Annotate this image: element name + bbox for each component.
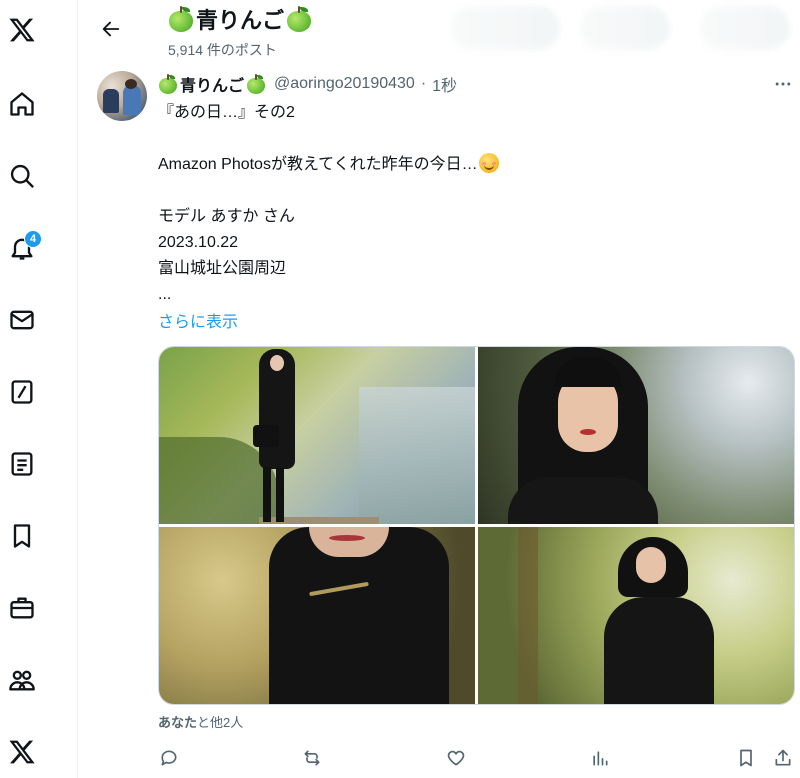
photo-3[interactable] — [159, 527, 475, 704]
premium-x-icon[interactable] — [0, 730, 44, 774]
tweet-text: 『あの日…』その2 Amazon Photosが教えてくれた昨年の今日… モデル… — [158, 100, 778, 308]
tweet-line — [158, 126, 778, 152]
liked-by-suffix: と他2人 — [197, 715, 244, 730]
header-blur-shape — [700, 6, 790, 50]
share-button[interactable] — [770, 745, 796, 771]
bookmark-button[interactable] — [733, 745, 759, 771]
show-more-link[interactable]: さらに表示 — [158, 308, 238, 332]
repost-icon — [304, 750, 320, 766]
green-apple-icon — [168, 5, 194, 33]
search-icon[interactable] — [0, 154, 44, 198]
jobs-icon[interactable] — [0, 586, 44, 630]
author-name[interactable]: 青りんご — [180, 72, 244, 96]
header-blur-shape — [580, 6, 670, 50]
heart-icon — [447, 750, 465, 766]
green-apple-icon — [246, 73, 266, 95]
like-button[interactable] — [443, 745, 469, 771]
x-logo-icon[interactable] — [0, 8, 44, 52]
tweet-author: 青りんご @aoringo20190430 · 1秒 — [158, 72, 457, 96]
green-apple-icon — [158, 73, 178, 95]
profile-title: 青りんご — [168, 3, 312, 35]
avatar[interactable] — [97, 71, 147, 121]
arrow-left-icon — [102, 21, 120, 37]
reply-button[interactable] — [156, 745, 182, 771]
author-handle[interactable]: @aoringo20190430 — [274, 75, 415, 93]
analytics-icon — [593, 751, 608, 766]
tweet-line: 富山城址公園周辺 — [158, 260, 287, 277]
tweet-line: モデル あすか さん — [158, 208, 295, 225]
tweet-line: ... — [158, 286, 172, 303]
reply-icon — [161, 750, 177, 766]
tweet-line: 2023.10.22 — [158, 234, 239, 251]
notifications-icon[interactable]: 4 — [0, 226, 44, 270]
home-icon[interactable] — [0, 82, 44, 126]
liked-by-name: あなた — [158, 715, 198, 730]
left-nav: 4 — [0, 0, 78, 778]
bookmarks-icon[interactable] — [0, 514, 44, 558]
photo-2[interactable] — [478, 347, 794, 524]
notification-badge: 4 — [24, 230, 42, 248]
lists-icon[interactable] — [0, 442, 44, 486]
repost-button[interactable] — [299, 745, 325, 771]
back-button[interactable] — [96, 14, 126, 44]
communities-icon[interactable] — [0, 658, 44, 702]
share-icon — [775, 749, 791, 766]
post-count: 5,914 件のポスト — [168, 42, 277, 58]
green-apple-icon — [286, 5, 312, 33]
tweet-line-text: Amazon Photosが教えてくれた昨年の今日… — [158, 156, 478, 173]
analytics-button[interactable] — [587, 745, 613, 771]
messages-icon[interactable] — [0, 298, 44, 342]
more-dots-icon — [775, 82, 791, 86]
tweet-line — [158, 178, 778, 204]
photo-4[interactable] — [478, 527, 794, 704]
tweet-line: Amazon Photosが教えてくれた昨年の今日… — [158, 152, 778, 178]
separator-dot: · — [420, 75, 427, 92]
liked-by[interactable]: あなたと他2人 — [158, 712, 243, 731]
media-grid — [158, 346, 795, 705]
more-options-button[interactable] — [770, 71, 796, 97]
profile-name: 青りんご — [196, 8, 285, 33]
header-blur-shape — [450, 6, 560, 50]
photo-1[interactable] — [159, 347, 475, 524]
tweet-line: 『あの日…』その2 — [158, 104, 295, 121]
tweet-timestamp[interactable]: 1秒 — [432, 72, 457, 96]
smiling-face-emoji-icon — [478, 153, 499, 173]
grok-icon[interactable] — [0, 370, 44, 414]
bookmark-icon — [740, 749, 752, 767]
